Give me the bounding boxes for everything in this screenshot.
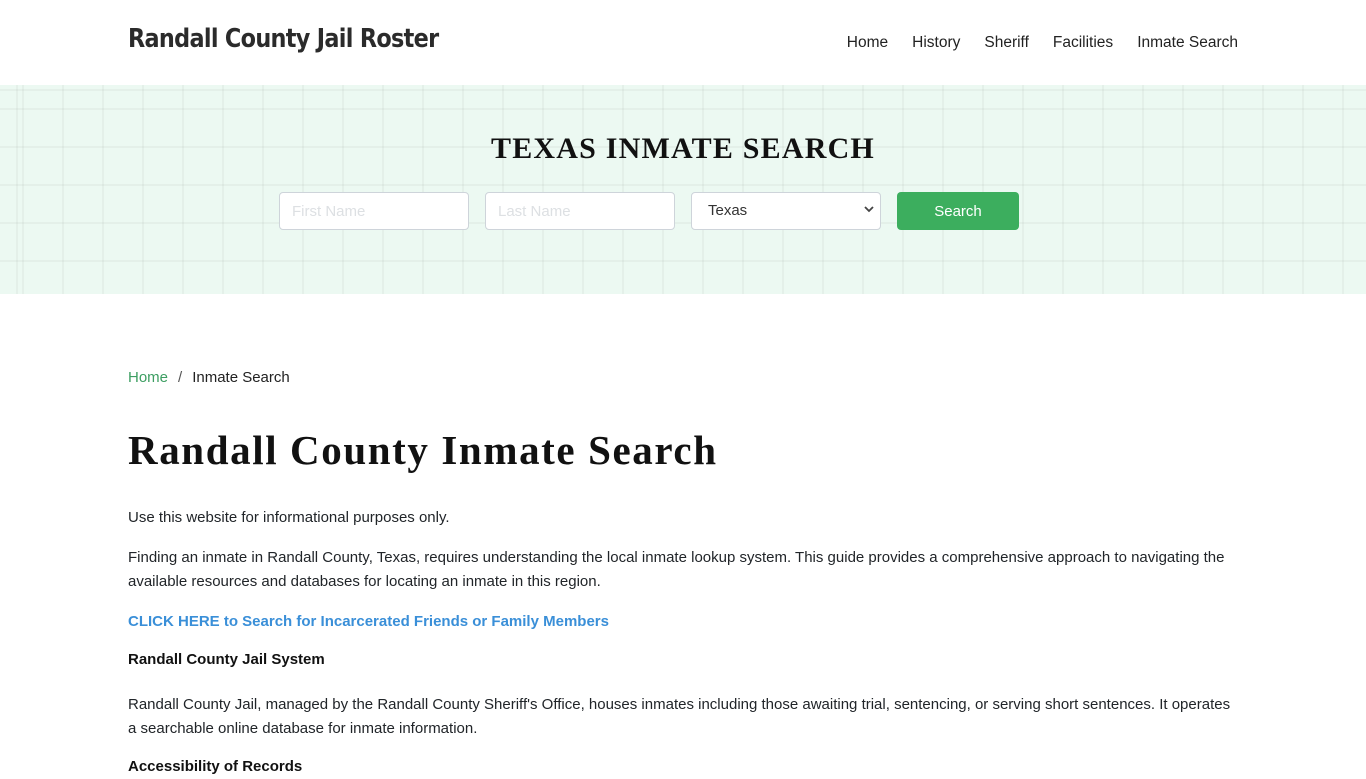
first-name-input[interactable] bbox=[279, 192, 469, 230]
section-heading-accessibility: Accessibility of Records bbox=[128, 758, 303, 775]
intro-text: Use this website for informational purpo… bbox=[128, 509, 450, 526]
site-header: Randall County Jail Roster Home History … bbox=[0, 0, 1366, 85]
main-nav: Home History Sheriff Facilities Inmate S… bbox=[823, 32, 1238, 54]
breadcrumb-separator: / bbox=[178, 369, 183, 386]
breadcrumb-home[interactable]: Home bbox=[128, 368, 168, 388]
nav-home[interactable]: Home bbox=[847, 32, 888, 54]
page-title: Randall County Inmate Search bbox=[128, 427, 718, 473]
intro-paragraph: Finding an inmate in Randall County, Tex… bbox=[128, 549, 1225, 590]
main-content: Home / Inmate Search Randall County Inma… bbox=[128, 294, 1238, 779]
last-name-input[interactable] bbox=[485, 192, 675, 230]
breadcrumb: Home / Inmate Search bbox=[128, 368, 1238, 388]
search-button[interactable]: Search bbox=[897, 192, 1019, 230]
inmate-search-form: Texas Search bbox=[279, 192, 1019, 230]
hero-title: TEXAS INMATE SEARCH bbox=[491, 132, 875, 165]
state-select-value: Texas bbox=[708, 202, 748, 219]
jail-system-paragraph: Randall County Jail, managed by the Rand… bbox=[128, 696, 1231, 737]
nav-facilities[interactable]: Facilities bbox=[1053, 32, 1113, 54]
site-brand-link[interactable]: Randall County Jail Roster bbox=[128, 24, 439, 54]
nav-inmate-search[interactable]: Inmate Search bbox=[1137, 32, 1238, 54]
chevron-down-icon bbox=[864, 206, 874, 213]
breadcrumb-current: Inmate Search bbox=[192, 369, 290, 386]
nav-history[interactable]: History bbox=[912, 32, 960, 54]
search-hero: TEXAS INMATE SEARCH Texas Search bbox=[0, 85, 1366, 294]
state-select[interactable]: Texas bbox=[691, 192, 881, 230]
section-heading-jail-system: Randall County Jail System bbox=[128, 651, 325, 668]
search-family-link[interactable]: CLICK HERE to Search for Incarcerated Fr… bbox=[128, 610, 1238, 634]
nav-sheriff[interactable]: Sheriff bbox=[984, 32, 1029, 54]
